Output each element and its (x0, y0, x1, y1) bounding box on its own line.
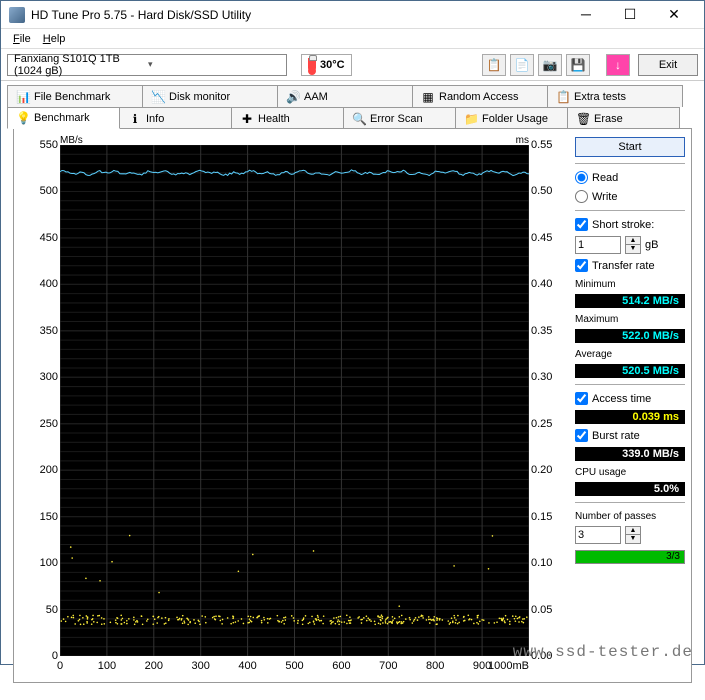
y-ticks-right: 0.000.050.100.150.200.250.300.350.400.45… (531, 145, 569, 656)
passes-input[interactable] (575, 526, 621, 544)
tabs-row-bottom: 💡BenchmarkℹInfo✚Health🔍Error Scan📁Folder… (7, 107, 698, 129)
tab-icon: 💡 (16, 111, 30, 125)
tab-icon: 📉 (151, 90, 165, 104)
temperature-value: 30°C (320, 59, 345, 71)
short-stroke-input[interactable] (575, 236, 621, 254)
min-value: 514.2 MB/s (575, 294, 685, 308)
access-value: 0.039 ms (575, 410, 685, 424)
short-stroke-check[interactable]: Short stroke: (575, 218, 685, 231)
tab-health[interactable]: ✚Health (231, 107, 344, 129)
tab-benchmark[interactable]: 💡Benchmark (7, 107, 120, 129)
copy-info-button[interactable]: 📋 (482, 54, 506, 76)
chevron-down-icon: ▾ (148, 59, 282, 70)
chart-area: MB/s ms 05010015020025030035040045050055… (20, 135, 569, 676)
short-stroke-field: ▲▼ gB (575, 236, 685, 254)
progress-bar: 3/3 (575, 550, 685, 564)
titlebar: HD Tune Pro 5.75 - Hard Disk/SSD Utility… (1, 1, 704, 29)
tab-area: 📊File Benchmark📉Disk monitor🔊AAM▦Random … (1, 81, 704, 700)
start-button[interactable]: Start (575, 137, 685, 157)
tab-erase[interactable]: 🗑Erase (567, 107, 680, 129)
tab-info[interactable]: ℹInfo (119, 107, 232, 129)
device-select[interactable]: Fanxiang S101Q 1TB (1024 gB) ▾ (7, 54, 287, 76)
access-time-check[interactable]: Access time (575, 392, 685, 405)
min-label: Minimum (575, 279, 685, 290)
temperature-display: 30°C (301, 54, 352, 76)
tab-disk-monitor[interactable]: 📉Disk monitor (142, 85, 278, 107)
benchmark-chart (60, 145, 529, 656)
menubar: File Help (1, 29, 704, 49)
chart-svg (60, 145, 529, 656)
window-controls: ─ ☐ ✕ (564, 4, 696, 26)
menu-file[interactable]: File (7, 31, 37, 47)
burst-value: 339.0 MB/s (575, 447, 685, 461)
y-ticks-left: 050100150200250300350400450500550 (20, 145, 58, 656)
tab-icon: ℹ (128, 112, 142, 126)
app-icon (9, 7, 25, 23)
cpu-value: 5.0% (575, 482, 685, 496)
tab-error-scan[interactable]: 🔍Error Scan (343, 107, 456, 129)
x-ticks: 01002003004005006007008009001000mB (60, 658, 529, 676)
tab-aam[interactable]: 🔊AAM (277, 85, 413, 107)
passes-spinner[interactable]: ▲▼ (625, 526, 641, 544)
progress-text: 3/3 (666, 551, 680, 563)
passes-label: Number of passes (575, 511, 685, 522)
window-title: HD Tune Pro 5.75 - Hard Disk/SSD Utility (31, 8, 564, 22)
copy-screenshot-button[interactable]: 📄 (510, 54, 534, 76)
max-value: 522.0 MB/s (575, 329, 685, 343)
exit-button[interactable]: Exit (638, 54, 698, 76)
tab-random-access[interactable]: ▦Random Access (412, 85, 548, 107)
passes-field: ▲▼ (575, 526, 685, 544)
avg-value: 520.5 MB/s (575, 364, 685, 378)
tab-icon: 📊 (16, 90, 30, 104)
tab-icon: 🔍 (352, 112, 366, 126)
save-button[interactable]: 💾 (566, 54, 590, 76)
tab-icon: ▦ (421, 90, 435, 104)
screenshot-button[interactable]: 📷 (538, 54, 562, 76)
tab-icon: 🔊 (286, 90, 300, 104)
transfer-rate-check[interactable]: Transfer rate (575, 259, 685, 272)
max-label: Maximum (575, 314, 685, 325)
watermark: www.ssd-tester.de (513, 643, 693, 661)
stroke-unit: gB (645, 239, 658, 251)
maximize-button[interactable]: ☐ (608, 4, 652, 26)
minimize-button[interactable]: ─ (564, 4, 608, 26)
options-button[interactable]: ↓ (606, 54, 630, 76)
content-panel: MB/s ms 05010015020025030035040045050055… (13, 128, 692, 683)
tab-icon: 📁 (464, 112, 478, 126)
close-button[interactable]: ✕ (652, 4, 696, 26)
tabs-row-top: 📊File Benchmark📉Disk monitor🔊AAM▦Random … (7, 85, 698, 107)
tab-folder-usage[interactable]: 📁Folder Usage (455, 107, 568, 129)
tab-icon: 🗑 (576, 112, 590, 126)
menu-help[interactable]: Help (37, 31, 72, 47)
cpu-label: CPU usage (575, 467, 685, 478)
burst-rate-check[interactable]: Burst rate (575, 429, 685, 442)
write-radio[interactable]: Write (575, 190, 685, 203)
tab-icon: 📋 (556, 90, 570, 104)
thermometer-icon (308, 58, 316, 72)
sidebar: Start Read Write Short stroke: ▲▼ gB Tra… (575, 135, 685, 676)
avg-label: Average (575, 349, 685, 360)
device-name: Fanxiang S101Q 1TB (1024 gB) (14, 53, 148, 77)
toolbar: Fanxiang S101Q 1TB (1024 gB) ▾ 30°C 📋 📄 … (1, 49, 704, 81)
tab-icon: ✚ (240, 112, 254, 126)
read-radio[interactable]: Read (575, 171, 685, 184)
stroke-spinner[interactable]: ▲▼ (625, 236, 641, 254)
tab-extra-tests[interactable]: 📋Extra tests (547, 85, 683, 107)
tab-file-benchmark[interactable]: 📊File Benchmark (7, 85, 143, 107)
